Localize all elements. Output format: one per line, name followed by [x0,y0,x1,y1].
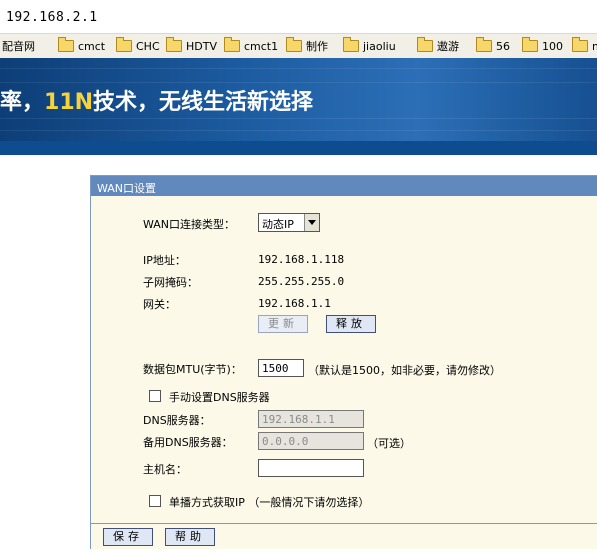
folder-icon [343,37,359,52]
bookmark-item[interactable]: 制作 [286,37,328,54]
conn-type-value: 动态IP [262,218,294,231]
bookmark-label: 配音网 [2,40,35,53]
help-button[interactable]: 帮助 [165,528,215,546]
chevron-down-icon[interactable] [304,214,319,231]
header-banner: 率，11N技术，无线生活新选择 [0,58,597,141]
optional-hint: （可选） [367,437,411,450]
bookmark-label: 56 [496,39,510,53]
conn-type-select[interactable]: 动态IP [258,213,320,232]
bookmark-label: CHC [136,39,160,53]
ip-label: IP地址： [143,254,186,267]
folder-icon [572,37,588,52]
bookmark-label: cmct [78,39,106,53]
mtu-input[interactable]: 1500 [258,359,304,377]
bookmark-label: HDTV [186,39,217,53]
bookmark-label: 100 [542,39,563,53]
bookmarks-bar: 配音网 cmct CHC HDTV cmct1 制作 jiaoliu 遨游 56… [0,34,597,59]
renew-button[interactable]: 更新 [258,315,308,333]
ip-value: 192.168.1.118 [258,253,345,266]
gateway-value: 192.168.1.1 [258,297,331,310]
folder-icon [476,37,492,52]
hostname-input[interactable] [258,459,364,477]
bookmark-item[interactable]: 遨游 [417,37,459,54]
release-button[interactable]: 释放 [326,315,376,333]
bookmark-item[interactable]: HDTV [166,37,217,54]
dns-input[interactable]: 192.168.1.1 [258,410,364,428]
bookmark-item[interactable]: 100 [522,37,563,54]
mtu-hint: （默认是1500，如非必要，请勿修改） [308,364,501,377]
bookmark-item[interactable]: cmct [58,37,106,54]
conn-type-label: WAN口连接类型： [143,218,236,231]
unicast-checkbox[interactable] [149,495,161,507]
save-button[interactable]: 保存 [103,528,153,546]
panel-title: WAN口设置 [97,182,157,195]
bookmark-item[interactable]: jiaoliu [343,37,396,54]
manual-dns-label: 手动设置DNS服务器 [169,391,270,404]
dns-label: DNS服务器： [143,414,211,427]
folder-icon [116,37,132,52]
manual-dns-checkbox[interactable] [149,390,161,402]
slogan-text-post: 技术，无线生活新选择 [93,90,314,115]
bookmark-item[interactable]: 配音网 [2,38,35,54]
bookmark-item[interactable]: m [572,37,597,54]
hostname-label: 主机名： [143,463,187,476]
bookmark-item[interactable]: CHC [116,37,160,54]
mtu-label: 数据包MTU(字节)： [143,363,242,376]
folder-icon [417,37,433,52]
bookmark-label: m [592,40,597,53]
bookmark-label: 制作 [306,40,328,53]
slogan-highlight: 11N [44,90,94,115]
folder-icon [522,37,538,52]
bookmark-item[interactable]: cmct1 [224,37,279,54]
address-url[interactable]: 192.168.2.1 [6,10,98,25]
unicast-label: 单播方式获取IP （一般情况下请勿选择） [169,496,370,509]
gateway-label: 网关： [143,298,176,311]
panel-header: WAN口设置 [91,176,597,196]
bookmark-item[interactable]: 56 [476,37,510,54]
panel-footer: 保存 帮助 [91,523,597,549]
banner-divider [0,141,597,155]
bookmark-label: 遨游 [437,40,459,53]
bookmark-label: cmct1 [244,39,279,53]
mask-label: 子网掩码： [143,276,198,289]
bookmark-label: jiaoliu [363,39,396,53]
wan-settings-panel: WAN口设置 WAN口连接类型： 动态IP IP地址： 192.168.1.11… [90,175,597,549]
folder-icon [286,37,302,52]
banner-slogan: 率，11N技术，无线生活新选择 [0,84,314,115]
alt-dns-label: 备用DNS服务器： [143,436,233,449]
slogan-text-pre: 率， [0,90,45,115]
alt-dns-input[interactable]: 0.0.0.0 [258,432,364,450]
folder-icon [58,37,74,52]
folder-icon [166,37,182,52]
folder-icon [224,37,240,52]
mask-value: 255.255.255.0 [258,275,345,288]
address-bar[interactable]: 192.168.2.1 [0,0,597,34]
